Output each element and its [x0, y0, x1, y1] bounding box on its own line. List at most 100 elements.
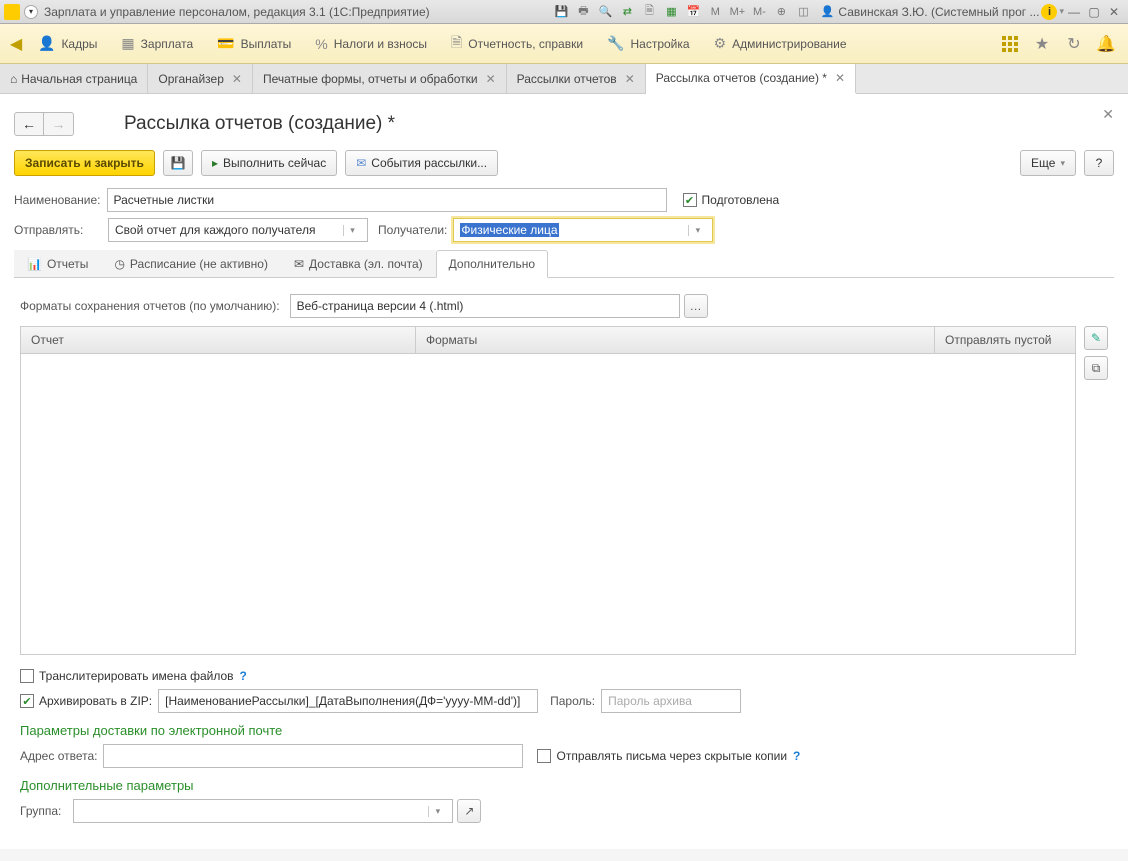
extra-section-title: Дополнительные параметры [20, 778, 1108, 793]
menu-icon: ⚙ [714, 35, 727, 52]
reports-grid[interactable]: Отчет Форматы Отправлять пустой [20, 326, 1076, 655]
form-close-button[interactable]: ✕ [1102, 106, 1114, 123]
events-button[interactable]: ✉События рассылки... [345, 150, 498, 176]
favorites-button[interactable]: ★ [1030, 32, 1054, 56]
tab-panel-additional: Форматы сохранения отчетов (по умолчанию… [14, 278, 1114, 839]
help-icon[interactable]: ? [240, 669, 247, 683]
zip-name-input[interactable] [158, 689, 538, 713]
menu-item[interactable]: 🔧Настройка [595, 24, 702, 64]
menu-scroll-left[interactable]: ◀ [6, 29, 26, 59]
group-combo[interactable]: ▾ [73, 799, 453, 823]
calendar-icon[interactable]: 📅 [684, 3, 702, 21]
nav-back-button[interactable]: ← [14, 112, 44, 136]
zip-password-input[interactable] [601, 689, 741, 713]
col-report[interactable]: Отчет [21, 327, 416, 353]
name-input[interactable] [107, 188, 667, 212]
menu-item[interactable]: ▦Зарплата [109, 24, 205, 64]
preview-icon[interactable]: 🔍 [596, 3, 614, 21]
formats-input[interactable] [290, 294, 680, 318]
menu-item[interactable]: 👤Кадры [26, 24, 109, 64]
document-tab[interactable]: Органайзер✕ [148, 64, 253, 93]
dropdown-icon[interactable]: ▾ [428, 806, 446, 817]
menu-item[interactable]: 💳Выплаты [205, 24, 303, 64]
home-icon: ⌂ [10, 72, 17, 86]
run-now-button[interactable]: ▸Выполнить сейчас [201, 150, 337, 176]
dropdown-icon[interactable]: ▾ [343, 225, 361, 236]
close-button[interactable]: ✕ [1105, 3, 1123, 21]
help-button[interactable]: ? [1084, 150, 1114, 176]
col-send-empty[interactable]: Отправлять пустой [935, 327, 1075, 353]
checkbox-icon: ✔ [683, 193, 697, 207]
menu-item[interactable]: %Налоги и взносы [303, 24, 439, 64]
reply-input[interactable] [103, 744, 523, 768]
menu-icon: 🔧 [607, 35, 624, 52]
bcc-checkbox[interactable]: Отправлять письма через скрытые копии [537, 749, 787, 763]
maximize-button[interactable]: ▢ [1085, 3, 1103, 21]
nav-forward-button[interactable]: → [44, 112, 74, 136]
tab-bar: ⌂Начальная страницаОрганайзер✕Печатные ф… [0, 64, 1128, 94]
print-icon[interactable]: 🖶 [574, 3, 592, 21]
notifications-button[interactable]: 🔔 [1094, 32, 1118, 56]
document-tab[interactable]: Рассылка отчетов (создание) *✕ [646, 64, 856, 94]
minimize-button[interactable]: — [1065, 3, 1083, 21]
name-label: Наименование: [14, 193, 101, 207]
memory-m-icon[interactable]: M [706, 3, 724, 21]
app-menu-button[interactable]: ▾ [24, 5, 38, 19]
panels-icon[interactable]: ◫ [794, 3, 812, 21]
more-button[interactable]: Еще [1020, 150, 1076, 176]
save-close-button[interactable]: Записать и закрыть [14, 150, 155, 176]
grid-header: Отчет Форматы Отправлять пустой [21, 327, 1075, 354]
menu-item[interactable]: ⚙Администрирование [702, 24, 859, 64]
recipients-combo[interactable]: Физические лица ▾ [453, 218, 713, 242]
col-formats[interactable]: Форматы [416, 327, 935, 353]
password-label: Пароль: [550, 694, 595, 708]
apps-button[interactable] [998, 32, 1022, 56]
formats-label: Форматы сохранения отчетов (по умолчанию… [20, 299, 280, 313]
translit-checkbox[interactable]: Транслитерировать имена файлов [20, 669, 234, 683]
memory-mplus-icon[interactable]: M+ [728, 3, 746, 21]
history-button[interactable]: ↻ [1062, 32, 1086, 56]
send-combo[interactable]: Свой отчет для каждого получателя ▾ [108, 218, 368, 242]
memory-mminus-icon[interactable]: M- [750, 3, 768, 21]
tab-close-icon[interactable]: ✕ [835, 71, 845, 85]
main-menu: ◀ 👤Кадры▦Зарплата💳Выплаты%Налоги и взнос… [0, 24, 1128, 64]
form-area: ✕ ← → Рассылка отчетов (создание) * Запи… [0, 94, 1128, 849]
play-icon: ▸ [212, 156, 218, 170]
dropdown-icon[interactable]: ▾ [688, 225, 706, 236]
formats-picker-button[interactable]: … [684, 294, 708, 318]
inner-tab[interactable]: ◷Расписание (не активно) [101, 250, 281, 277]
menu-item[interactable]: 🗎Отчетность, справки [439, 24, 595, 64]
document-tab[interactable]: Рассылки отчетов✕ [507, 64, 646, 93]
document-tab[interactable]: ⌂Начальная страница [0, 64, 148, 93]
tab-icon: ◷ [114, 257, 124, 271]
doc-icon[interactable]: 🗎 [640, 3, 658, 21]
tab-close-icon[interactable]: ✕ [625, 72, 635, 86]
menu-icon: 🗎 [451, 32, 462, 56]
group-open-button[interactable]: ↗ [457, 799, 481, 823]
inner-tabs: 📊Отчеты◷Расписание (не активно)✉Доставка… [14, 250, 1114, 278]
user-name[interactable]: Савинская З.Ю. (Системный прог ... [838, 5, 1039, 19]
prepared-checkbox[interactable]: ✔Подготовлена [683, 193, 780, 207]
send-label: Отправлять: [14, 223, 102, 237]
compare-icon[interactable]: ⇄ [618, 3, 636, 21]
grid-body[interactable] [21, 354, 1075, 654]
save-icon[interactable]: 💾 [552, 3, 570, 21]
document-tab[interactable]: Печатные формы, отчеты и обработки✕ [253, 64, 507, 93]
save-button[interactable]: 💾 [163, 150, 193, 176]
inner-tab[interactable]: 📊Отчеты [14, 250, 101, 277]
info-icon[interactable]: i [1041, 4, 1057, 20]
inner-tab[interactable]: Дополнительно [436, 250, 548, 278]
zip-checkbox[interactable]: ✔Архивировать в ZIP: [20, 694, 152, 708]
copy-row-button[interactable]: ⧉ [1084, 356, 1108, 380]
info-dd[interactable]: ▾ [1059, 6, 1064, 17]
tab-icon: 📊 [27, 257, 42, 271]
inner-tab[interactable]: ✉Доставка (эл. почта) [281, 250, 436, 277]
edit-row-button[interactable]: ✎ [1084, 326, 1108, 350]
calc-icon[interactable]: ▦ [662, 3, 680, 21]
tab-close-icon[interactable]: ✕ [232, 72, 242, 86]
zoom-icon[interactable]: ⊕ [772, 3, 790, 21]
checkbox-icon: ✔ [20, 694, 34, 708]
checkbox-icon [20, 669, 34, 683]
tab-close-icon[interactable]: ✕ [486, 72, 496, 86]
help-icon[interactable]: ? [793, 749, 800, 763]
